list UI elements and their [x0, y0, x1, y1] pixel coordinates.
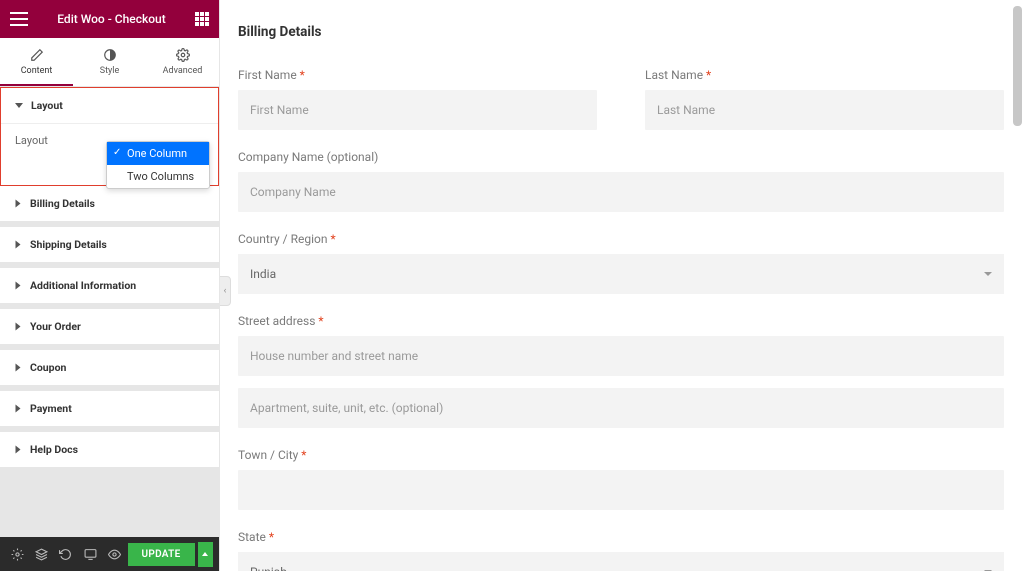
scrollbar-thumb[interactable]: [1013, 6, 1022, 126]
gear-icon: [176, 48, 190, 62]
sidebar-footer: UPDATE: [0, 537, 219, 571]
contrast-icon: [103, 48, 117, 62]
section-additional-title: Additional Information: [30, 279, 136, 292]
tab-style-label: Style: [100, 66, 120, 76]
scrollbar[interactable]: [1013, 6, 1022, 554]
section-payment-title: Payment: [30, 402, 72, 415]
state-select[interactable]: Punjab: [238, 552, 1004, 571]
section-help-title: Help Docs: [30, 443, 78, 456]
company-input[interactable]: [238, 172, 1004, 212]
preview-canvas: Billing Details First Name * Last Name *…: [234, 0, 1012, 571]
sidebar-header: Edit Woo - Checkout: [0, 0, 219, 38]
update-button[interactable]: UPDATE: [128, 543, 195, 566]
caret-right-icon: [16, 241, 21, 249]
section-your-order: Your Order: [0, 309, 219, 345]
caret-right-icon: [16, 405, 21, 413]
tab-style[interactable]: Style: [73, 38, 146, 86]
section-additional-header[interactable]: Additional Information: [0, 268, 219, 303]
section-help-docs: Help Docs: [0, 432, 219, 468]
first-name-label: First Name *: [238, 68, 597, 82]
section-shipping-title: Shipping Details: [30, 238, 107, 251]
city-input[interactable]: [238, 470, 1004, 510]
header-title: Edit Woo - Checkout: [57, 12, 165, 26]
preview-button[interactable]: [103, 541, 125, 567]
section-help-header[interactable]: Help Docs: [0, 432, 219, 467]
editor-tabs: Content Style Advanced: [0, 38, 219, 87]
menu-icon[interactable]: [10, 12, 28, 26]
section-layout-header[interactable]: Layout: [1, 88, 218, 123]
section-order-header[interactable]: Your Order: [0, 309, 219, 344]
section-coupon-header[interactable]: Coupon: [0, 350, 219, 385]
collapse-sidebar-handle[interactable]: ‹: [220, 276, 231, 306]
last-name-input[interactable]: [645, 90, 1004, 130]
company-label: Company Name (optional): [238, 150, 1004, 164]
canvas-wrap: ‹ Billing Details First Name * Last Name…: [220, 0, 1024, 571]
section-coupon: Coupon: [0, 350, 219, 386]
caret-right-icon: [16, 323, 21, 331]
history-button[interactable]: [55, 541, 77, 567]
panel-sections: Layout Layout One Column Two Columns: [0, 87, 219, 537]
section-additional-info: Additional Information: [0, 268, 219, 304]
city-label: Town / City *: [238, 448, 1004, 462]
section-shipping-details: Shipping Details: [0, 227, 219, 263]
section-payment: Payment: [0, 391, 219, 427]
tab-content-label: Content: [21, 66, 53, 76]
layout-dropdown: One Column Two Columns: [106, 141, 210, 189]
responsive-button[interactable]: [79, 541, 101, 567]
last-name-label: Last Name *: [645, 68, 1004, 82]
section-billing-details: Billing Details: [0, 186, 219, 222]
eye-icon: [108, 548, 121, 561]
section-billing-title: Billing Details: [30, 197, 95, 210]
caret-down-icon: [15, 103, 23, 108]
caret-right-icon: [16, 364, 21, 372]
update-options-button[interactable]: [198, 542, 213, 567]
tab-content[interactable]: Content: [0, 38, 73, 86]
section-billing-header[interactable]: Billing Details: [0, 186, 219, 221]
devices-icon: [84, 548, 97, 561]
street-input-2[interactable]: [238, 388, 1004, 428]
caret-right-icon: [16, 200, 21, 208]
settings-button[interactable]: [6, 541, 28, 567]
section-layout-title: Layout: [31, 99, 63, 112]
country-label: Country / Region *: [238, 232, 1004, 246]
widgets-grid-icon[interactable]: [195, 12, 209, 26]
pencil-icon: [30, 48, 44, 62]
form-title: Billing Details: [238, 24, 1004, 40]
caret-right-icon: [16, 446, 21, 454]
country-select[interactable]: India: [238, 254, 1004, 294]
street-input-1[interactable]: [238, 336, 1004, 376]
caret-right-icon: [16, 282, 21, 290]
first-name-input[interactable]: [238, 90, 597, 130]
layout-control-label: Layout: [15, 134, 48, 147]
gear-icon: [11, 548, 24, 561]
tab-advanced[interactable]: Advanced: [146, 38, 219, 86]
editor-sidebar: Edit Woo - Checkout Content Style Advanc…: [0, 0, 220, 571]
history-icon: [59, 548, 72, 561]
street-label: Street address *: [238, 314, 1004, 328]
layout-control-row: Layout One Column Two Columns: [15, 134, 204, 147]
section-payment-header[interactable]: Payment: [0, 391, 219, 426]
navigator-button[interactable]: [30, 541, 52, 567]
section-layout: Layout Layout One Column Two Columns: [0, 87, 219, 187]
state-label: State *: [238, 530, 1004, 544]
section-shipping-header[interactable]: Shipping Details: [0, 227, 219, 262]
section-coupon-title: Coupon: [30, 361, 66, 374]
layers-icon: [35, 548, 48, 561]
layout-option-one-column[interactable]: One Column: [107, 142, 209, 165]
tab-advanced-label: Advanced: [163, 66, 203, 76]
section-order-title: Your Order: [30, 320, 81, 333]
layout-option-two-columns[interactable]: Two Columns: [107, 165, 209, 188]
